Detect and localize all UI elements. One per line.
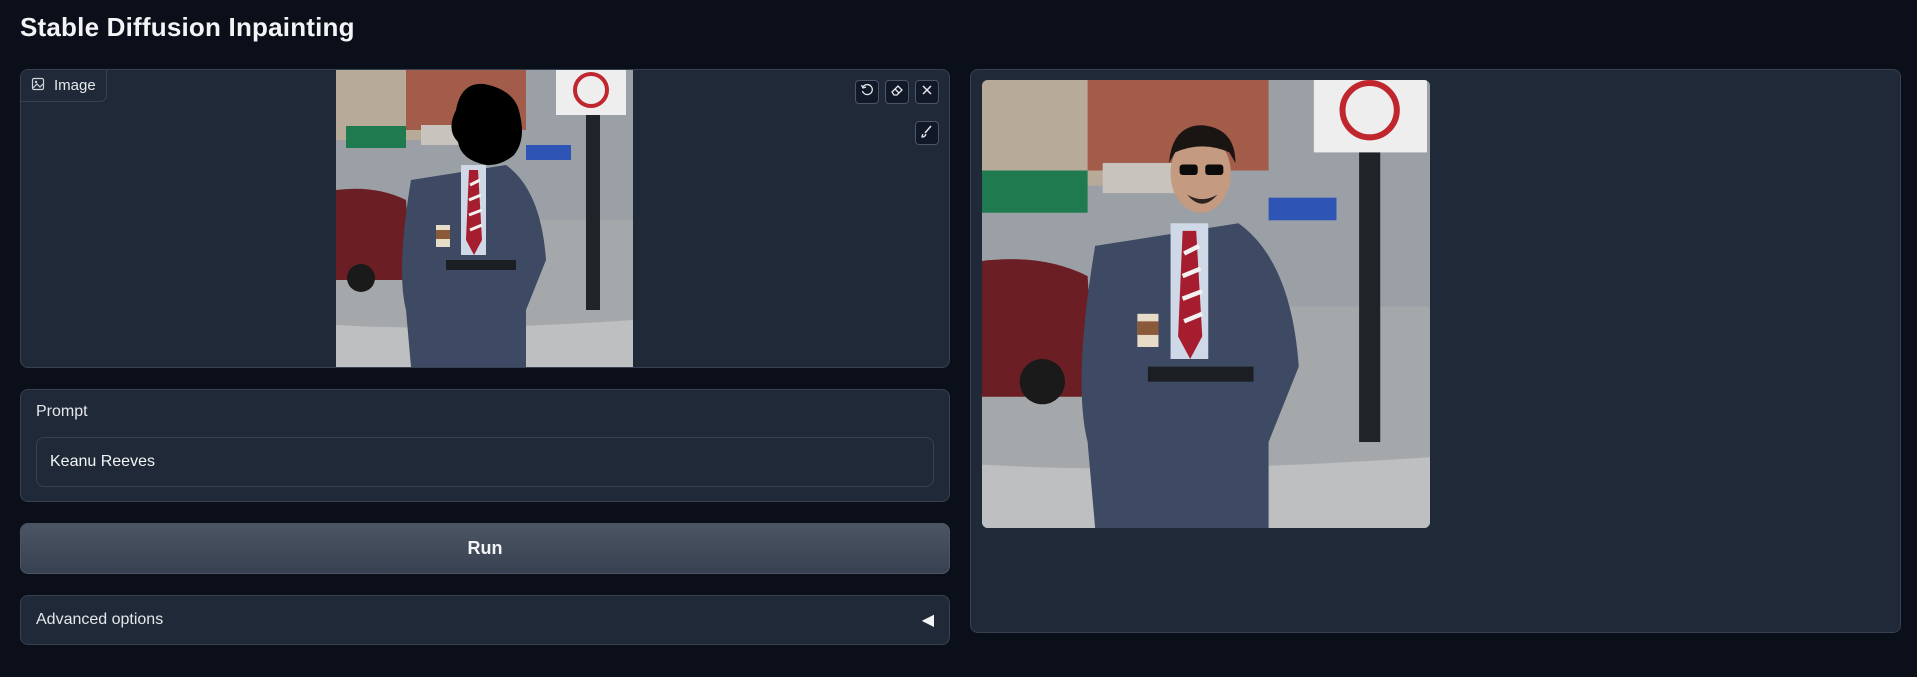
image-icon bbox=[31, 77, 45, 95]
prompt-input[interactable] bbox=[36, 437, 934, 487]
page-title: Stable Diffusion Inpainting bbox=[20, 12, 355, 42]
prompt-label: Prompt bbox=[36, 403, 88, 420]
undo-button[interactable] bbox=[855, 80, 879, 104]
output-photo bbox=[982, 80, 1430, 528]
eraser-icon bbox=[890, 83, 904, 102]
close-icon bbox=[920, 83, 934, 102]
prompt-block: Prompt bbox=[20, 389, 950, 502]
input-photo bbox=[336, 70, 633, 367]
brush-button[interactable] bbox=[915, 121, 939, 145]
undo-icon bbox=[860, 83, 874, 102]
run-button[interactable]: Run bbox=[20, 523, 950, 574]
image-editor[interactable]: Image bbox=[20, 69, 950, 368]
advanced-options-accordion[interactable]: Advanced options ◀ bbox=[20, 595, 950, 645]
output-gallery bbox=[970, 69, 1901, 633]
caret-left-icon: ◀ bbox=[921, 612, 934, 629]
clear-button[interactable] bbox=[915, 80, 939, 104]
eraser-button[interactable] bbox=[885, 80, 909, 104]
brush-icon bbox=[920, 124, 934, 143]
image-label: Image bbox=[54, 77, 96, 94]
advanced-options-label: Advanced options bbox=[36, 611, 164, 628]
image-label-tag: Image bbox=[21, 70, 107, 102]
output-image[interactable] bbox=[982, 80, 1430, 528]
image-canvas[interactable] bbox=[336, 70, 633, 367]
